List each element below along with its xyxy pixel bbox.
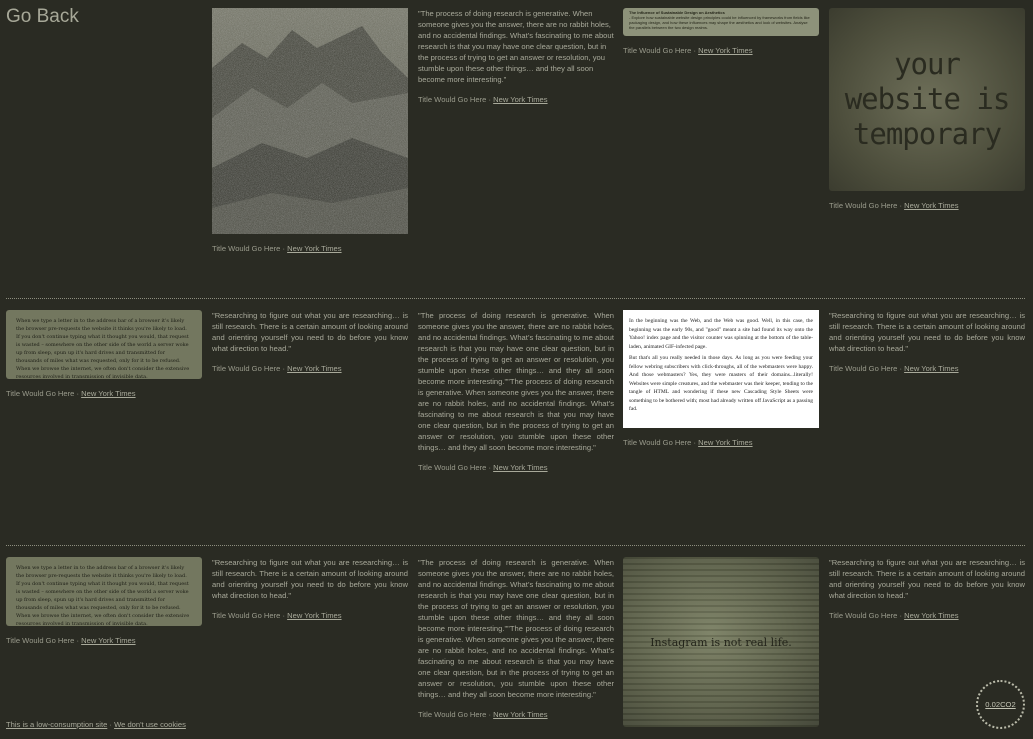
footer-separator: · bbox=[109, 720, 112, 729]
card-caption: Title Would Go Here · New York Times bbox=[6, 635, 202, 646]
low-consumption-link[interactable]: This is a low-consumption site bbox=[6, 720, 107, 729]
no-cookies-link[interactable]: We don't use cookies bbox=[114, 720, 186, 729]
source-link[interactable]: New York Times bbox=[287, 611, 341, 620]
source-link[interactable]: New York Times bbox=[287, 244, 341, 253]
source-link[interactable]: New York Times bbox=[904, 201, 958, 210]
source-link[interactable]: New York Times bbox=[698, 438, 752, 447]
card-caption: Title Would Go Here · New York Times bbox=[418, 709, 614, 720]
quote-text: "The process of doing research is genera… bbox=[418, 9, 614, 84]
instagram-image[interactable]: Instagram is not real life. bbox=[623, 557, 819, 727]
source-link[interactable]: New York Times bbox=[904, 364, 958, 373]
quote-text: "The process of doing research is genera… bbox=[418, 311, 614, 452]
caption-title: Title Would Go Here bbox=[623, 46, 692, 55]
article-paragraph-2: But that's all you really needed in thos… bbox=[629, 355, 813, 412]
card-caption: Title Would Go Here · New York Times bbox=[829, 610, 1025, 621]
quote-text: "Researching to figure out what you are … bbox=[829, 558, 1025, 600]
co2-badge[interactable]: 0.02CO2 bbox=[976, 680, 1025, 729]
card-caption: Title Would Go Here · New York Times bbox=[212, 243, 408, 254]
caption-title: Title Would Go Here bbox=[829, 364, 898, 373]
card-white-article: In the beginning was the Web, and the We… bbox=[623, 310, 819, 448]
card-quote: "The process of doing research is genera… bbox=[418, 8, 614, 105]
caption-title: Title Would Go Here bbox=[418, 463, 487, 472]
caption-title: Title Would Go Here bbox=[623, 438, 692, 447]
card-caption: Title Would Go Here · New York Times bbox=[418, 94, 614, 105]
caption-title: Title Would Go Here bbox=[829, 201, 898, 210]
webmaster-article-image[interactable]: In the beginning was the Web, and the We… bbox=[623, 310, 819, 428]
temporary-text: your website is temporary bbox=[844, 47, 1011, 151]
source-link[interactable]: New York Times bbox=[81, 636, 135, 645]
small-card-body: - Explore how sustainable website design… bbox=[629, 15, 810, 30]
card-text-image: When we type a letter in to the address … bbox=[6, 557, 202, 646]
source-link[interactable]: New York Times bbox=[493, 463, 547, 472]
card-mountain: Title Would Go Here · New York Times bbox=[212, 8, 408, 254]
card-caption: Title Would Go Here · New York Times bbox=[623, 45, 819, 56]
caption-title: Title Would Go Here bbox=[212, 364, 281, 373]
source-link[interactable]: New York Times bbox=[904, 611, 958, 620]
quote-text: "Researching to figure out what you are … bbox=[829, 311, 1025, 353]
card-quote: "Researching to figure out what you are … bbox=[829, 557, 1025, 621]
card-quote-long: "The process of doing research is genera… bbox=[418, 557, 614, 720]
card-caption: Title Would Go Here · New York Times bbox=[212, 610, 408, 621]
caption-title: Title Would Go Here bbox=[212, 611, 281, 620]
card-caption: Title Would Go Here · New York Times bbox=[829, 363, 1025, 374]
caption-title: Title Would Go Here bbox=[418, 95, 487, 104]
row-divider bbox=[6, 545, 1025, 546]
card-text-image: When we type a letter in to the address … bbox=[6, 310, 202, 399]
text-card-image[interactable]: When we type a letter in to the address … bbox=[6, 310, 202, 379]
go-back-link[interactable]: Go Back bbox=[6, 6, 79, 28]
card-instagram: Instagram is not real life. bbox=[623, 557, 819, 727]
row-divider bbox=[6, 298, 1025, 299]
card-caption: Title Would Go Here · New York Times bbox=[6, 388, 202, 399]
article-paragraph-1: In the beginning was the Web, and the We… bbox=[629, 318, 813, 350]
mountain-illustration bbox=[212, 8, 408, 234]
card-caption: Title Would Go Here · New York Times bbox=[623, 437, 819, 448]
caption-title: Title Would Go Here bbox=[418, 710, 487, 719]
sustainable-design-image[interactable]: The Influence of Sustainable Design on A… bbox=[623, 8, 819, 36]
card-small-image: The Influence of Sustainable Design on A… bbox=[623, 8, 819, 56]
card-quote-long: "The process of doing research is genera… bbox=[418, 310, 614, 473]
card-temporary: your website is temporary Title Would Go… bbox=[829, 8, 1025, 211]
card-quote: "Researching to figure out what you are … bbox=[829, 310, 1025, 374]
text-card-content: When we type a letter in to the address … bbox=[16, 565, 190, 626]
card-caption: Title Would Go Here · New York Times bbox=[212, 363, 408, 374]
instagram-text: Instagram is not real life. bbox=[650, 635, 792, 649]
co2-value: 0.02CO2 bbox=[985, 700, 1016, 709]
caption-title: Title Would Go Here bbox=[6, 636, 75, 645]
mountain-image[interactable] bbox=[212, 8, 408, 234]
card-caption: Title Would Go Here · New York Times bbox=[418, 462, 614, 473]
card-quote: "Researching to figure out what you are … bbox=[212, 310, 408, 374]
caption-title: Title Would Go Here bbox=[829, 611, 898, 620]
text-card-content: When we type a letter in to the address … bbox=[16, 318, 190, 379]
card-caption: Title Would Go Here · New York Times bbox=[829, 200, 1025, 211]
temporary-website-image[interactable]: your website is temporary bbox=[829, 8, 1025, 191]
caption-title: Title Would Go Here bbox=[212, 244, 281, 253]
quote-text: "Researching to figure out what you are … bbox=[212, 311, 408, 353]
source-link[interactable]: New York Times bbox=[493, 95, 547, 104]
footer: This is a low-consumption site · We don'… bbox=[6, 720, 186, 729]
source-link[interactable]: New York Times bbox=[287, 364, 341, 373]
caption-title: Title Would Go Here bbox=[6, 389, 75, 398]
text-card-image[interactable]: When we type a letter in to the address … bbox=[6, 557, 202, 626]
source-link[interactable]: New York Times bbox=[81, 389, 135, 398]
quote-text: "The process of doing research is genera… bbox=[418, 558, 614, 699]
source-link[interactable]: New York Times bbox=[698, 46, 752, 55]
quote-text: "Researching to figure out what you are … bbox=[212, 558, 408, 600]
card-quote: "Researching to figure out what you are … bbox=[212, 557, 408, 621]
source-link[interactable]: New York Times bbox=[493, 710, 547, 719]
